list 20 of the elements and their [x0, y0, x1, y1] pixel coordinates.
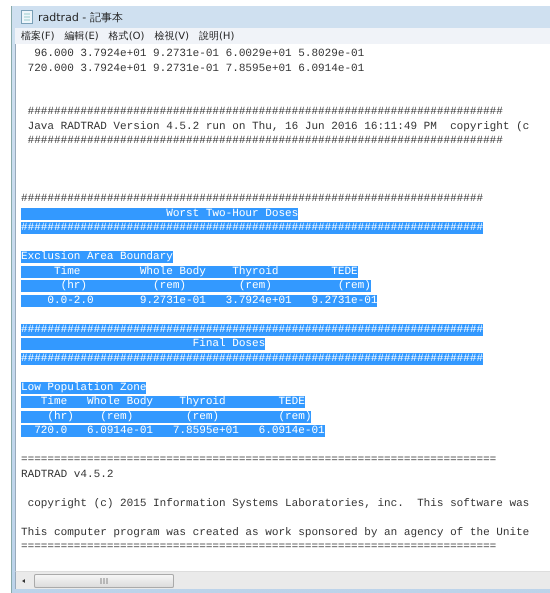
text-line: RADTRAD v4.5.2 [21, 468, 114, 480]
text-line: 720.000 3.7924e+01 9.2731e-01 7.8595e+01 6.0914e-01 [26, 62, 364, 74]
text-line: ###################################################################### [21, 193, 484, 205]
text-line: copyright (c) 2015 Information Systems Laboratories, inc. This software was [26, 498, 530, 510]
menu-item[interactable]: 檔案(F) [21, 29, 55, 43]
text-line: 96.000 3.7924e+01 9.2731e-01 6.0029e+01 5.8029e-01 [33, 48, 364, 60]
text-line: This computer program was created as work sponsored by an agency of the Unite [21, 526, 530, 538]
menu-item[interactable]: 編輯(E) [64, 29, 99, 43]
scrollbar-thumb[interactable] [34, 574, 174, 588]
text-line: ======================================================================== [21, 454, 496, 466]
horizontal-scrollbar[interactable] [15, 571, 550, 589]
notepad-icon [21, 10, 33, 24]
text-line: ######################################################################## [26, 135, 503, 147]
text-line: ======================================================================== [21, 541, 496, 553]
menu-item[interactable]: 格式(O) [108, 29, 144, 43]
menu-item[interactable]: 檢視(V) [154, 29, 190, 43]
text-line: ######################################################################## [26, 106, 503, 118]
window-title: radtrad - 記事本 [38, 10, 123, 24]
text-line: Java RADTRAD Version 4.5.2 run on Thu, 16 Jun 2016 16:11:49 PM copyright (c [26, 120, 530, 132]
menu-item[interactable]: 說明(H) [199, 29, 234, 43]
